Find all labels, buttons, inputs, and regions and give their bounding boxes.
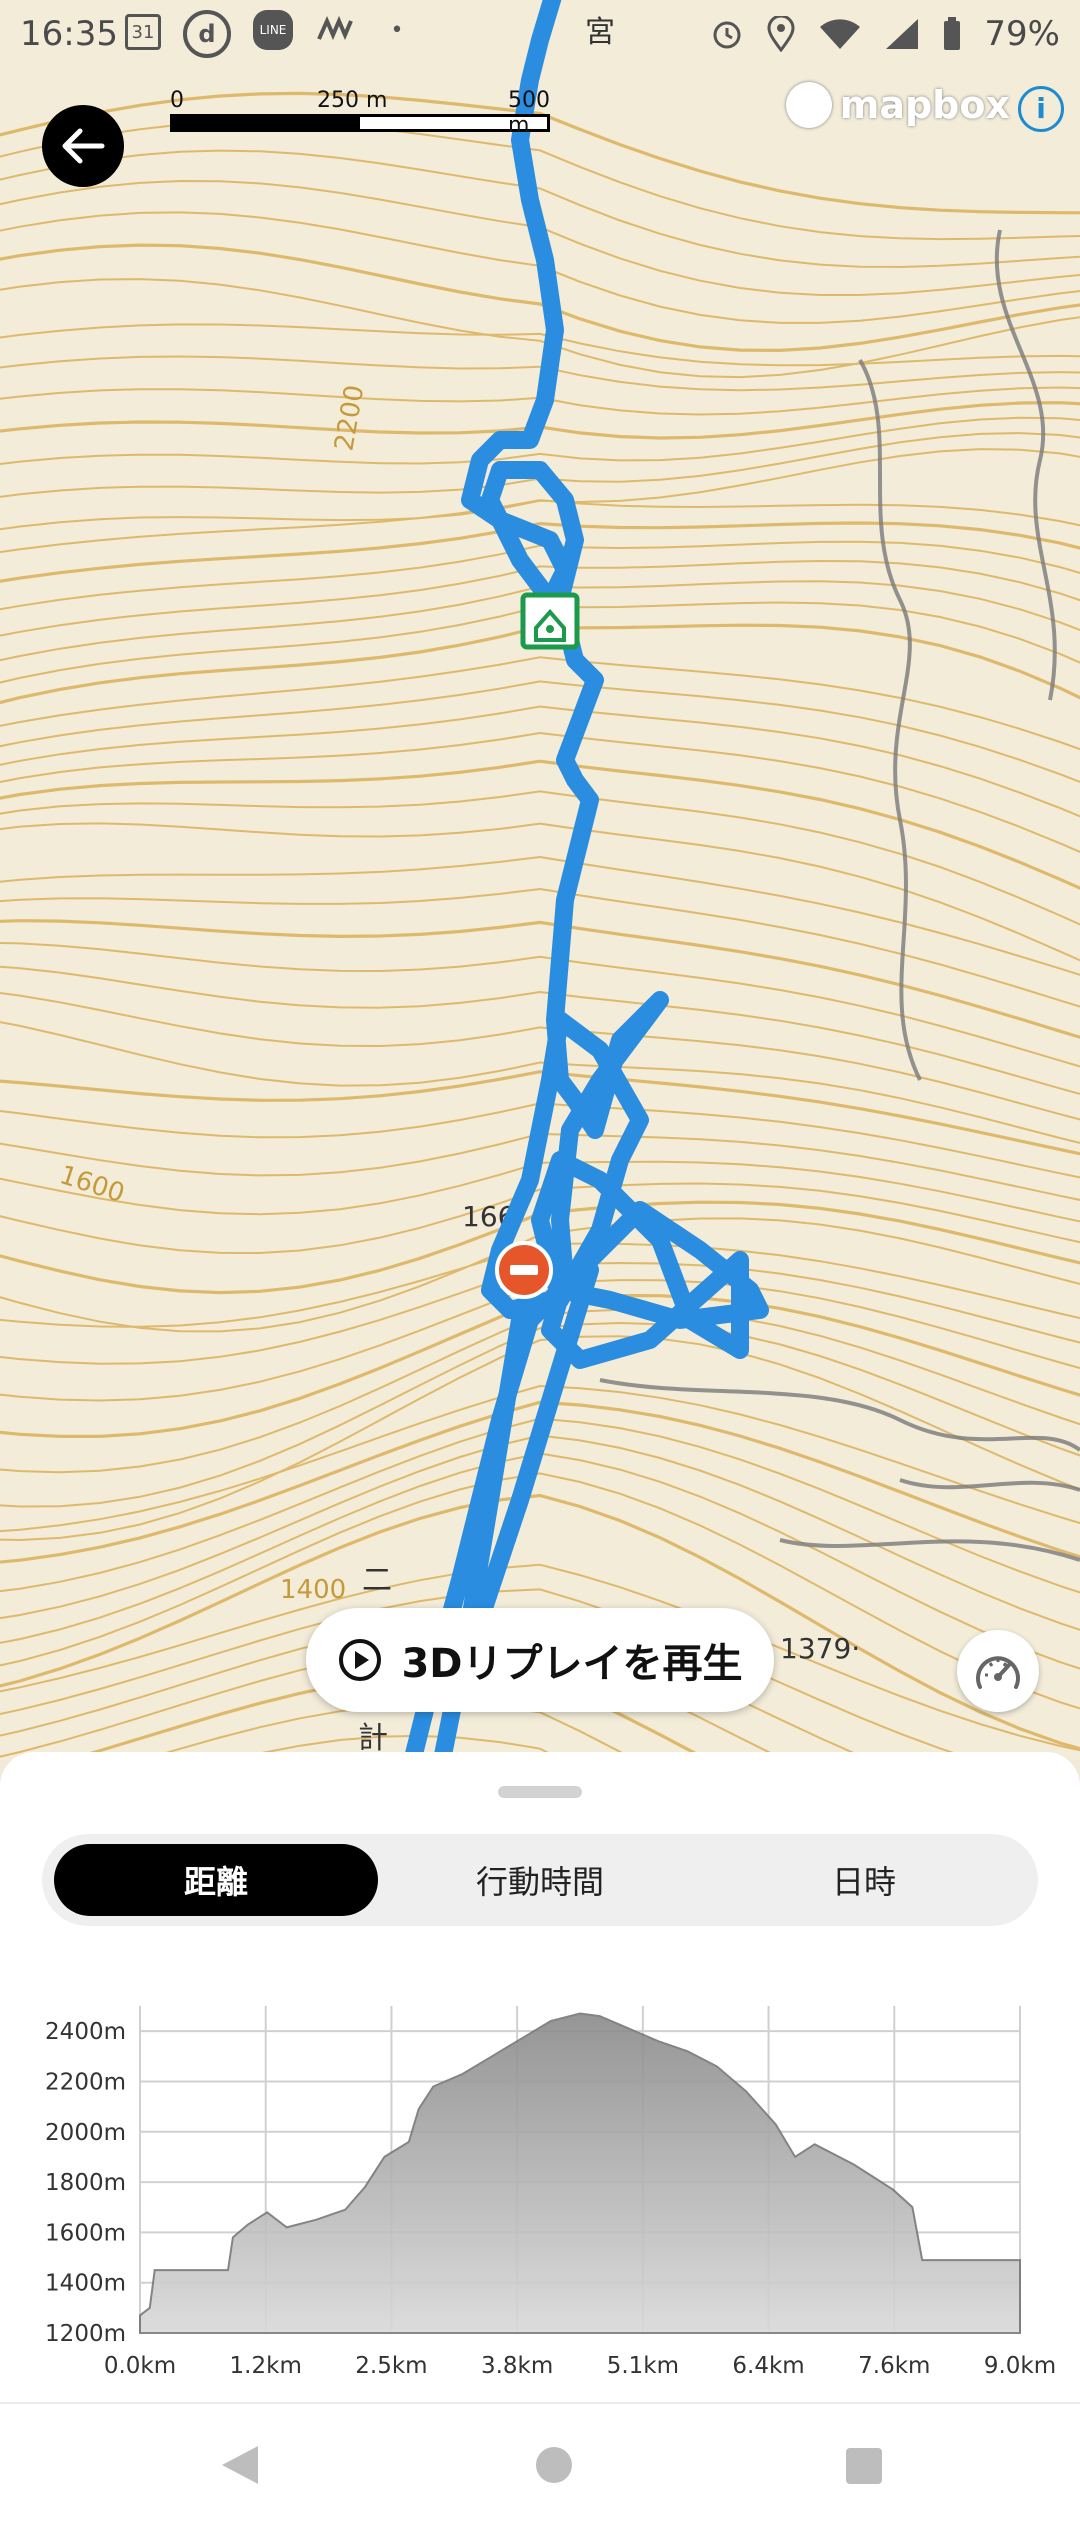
- contour-line: [0, 759, 1080, 890]
- route-track: [403, 0, 769, 1760]
- x-tick-label: 3.8km: [481, 2353, 553, 2379]
- status-bar: 16:35 31 d LINE • 79%: [0, 0, 1080, 70]
- scale-label-0: 0: [170, 88, 184, 113]
- x-tick-label: 9.0km: [984, 2353, 1056, 2379]
- y-tick-label: 2200m: [45, 2069, 126, 2095]
- map-attribution-info-button[interactable]: i: [1018, 86, 1064, 132]
- map-label-kanji-kei: 計: [358, 1721, 388, 1756]
- mapbox-logo-text: mapbox: [839, 83, 1010, 127]
- contour-line: [0, 887, 1080, 1008]
- y-tick-label: 2000m: [45, 2120, 126, 2146]
- mapbox-logo[interactable]: mapbox: [785, 82, 1010, 128]
- arrow-left-icon: [62, 128, 105, 164]
- scale-label-500: 500 m: [508, 88, 550, 138]
- map-label-contour-2200: 2200: [329, 383, 370, 453]
- map-label-contour-1600: 1600: [56, 1160, 128, 1209]
- weather-icon: [315, 10, 355, 50]
- contour-line: [0, 790, 1080, 926]
- mapbox-logo-icon: [785, 82, 832, 128]
- calendar-icon: 31: [125, 14, 161, 50]
- elevation-area-series: [139, 2012, 1021, 2334]
- map-label-contour-1400: 1400: [280, 1575, 346, 1605]
- battery-percent: 79%: [984, 14, 1060, 54]
- system-icons: 79%: [710, 14, 1060, 54]
- tab-distance[interactable]: 距離: [54, 1844, 378, 1916]
- x-tick-label: 1.2km: [230, 2353, 302, 2379]
- map-scale-bar: 0 250 m 500 m: [170, 88, 550, 138]
- contour-line: [0, 705, 1080, 818]
- wifi-icon: [820, 19, 861, 49]
- bottom-sheet-drag-handle[interactable]: [498, 1786, 582, 1798]
- contour-line: [0, 942, 1080, 1068]
- nav-back-icon[interactable]: [218, 2442, 262, 2488]
- elevation-chart[interactable]: 0.0km 1.2km 2.5km 3.8km 5.1km 6.4km 7.6km 9.0km…: [0, 1990, 1080, 2380]
- hut-marker[interactable]: [520, 592, 580, 650]
- scale-label-250: 250 m: [317, 88, 388, 113]
- location-icon: [767, 16, 795, 52]
- x-tick-label: 0.0km: [104, 2353, 176, 2379]
- contour-line: [0, 1434, 1080, 1631]
- contour-line: [0, 680, 1080, 784]
- replay-3d-button[interactable]: 3Dリプレイを再生: [306, 1608, 774, 1712]
- map-text-labels: 166 1379· 1600 1400 2200 二 計 宮: [56, 15, 860, 1756]
- y-tick-label: 1400m: [45, 2271, 126, 2297]
- contour-line: [0, 731, 1080, 853]
- y-tick-label: 1600m: [45, 2220, 126, 2246]
- contour-line: [0, 822, 1080, 962]
- topographic-map[interactable]: 166 1379· 1600 1400 2200 二 計 宮: [0, 0, 1080, 1760]
- alarm-icon: [713, 21, 741, 49]
- map-label-elevation-1379: 1379·: [780, 1632, 860, 1665]
- back-button[interactable]: [42, 105, 124, 187]
- cliff-lines: [599, 229, 1080, 1562]
- dot-icon: •: [390, 17, 404, 43]
- d-app-icon: d: [183, 10, 231, 58]
- contour-line: [0, 855, 1080, 976]
- tab-activity-time[interactable]: 行動時間: [378, 1844, 702, 1916]
- battery-icon: [944, 17, 961, 50]
- nav-recents-icon[interactable]: [844, 2446, 884, 2486]
- replay-3d-label: 3Dリプレイを再生: [401, 1641, 743, 1687]
- nav-home-icon[interactable]: [534, 2442, 574, 2488]
- line-icon: LINE: [253, 10, 293, 50]
- play-circle-icon: [339, 1639, 382, 1681]
- signal-icon: [886, 19, 919, 49]
- notification-icons: 31 d LINE •: [125, 10, 417, 58]
- tab-datetime[interactable]: 日時: [702, 1844, 1026, 1916]
- contour-line: [0, 323, 1080, 367]
- map-view[interactable]: 166 1379· 1600 1400 2200 二 計 宮: [0, 0, 1080, 1760]
- x-tick-label: 6.4km: [732, 2353, 804, 2379]
- y-tick-label: 1200m: [45, 2321, 126, 2347]
- y-tick-label: 1800m: [45, 2170, 126, 2196]
- system-navigation-bar: [0, 2402, 1080, 2524]
- contour-lines: [0, 91, 1080, 1760]
- start-end-marker[interactable]: [495, 1241, 553, 1299]
- scale-bar-graphic: [170, 114, 550, 132]
- x-tick-label: 2.5km: [355, 2353, 427, 2379]
- speedometer-button[interactable]: [957, 1630, 1039, 1712]
- y-tick-label: 2400m: [45, 2019, 126, 2045]
- status-time: 16:35: [20, 14, 118, 54]
- map-label-kanji-ni: 二: [362, 1563, 392, 1598]
- x-tick-label: 7.6km: [858, 2353, 930, 2379]
- chart-axis-segmented-control: 距離 行動時間 日時: [42, 1834, 1038, 1926]
- x-tick-label: 5.1km: [607, 2353, 679, 2379]
- speedometer-icon: [976, 1656, 1020, 1689]
